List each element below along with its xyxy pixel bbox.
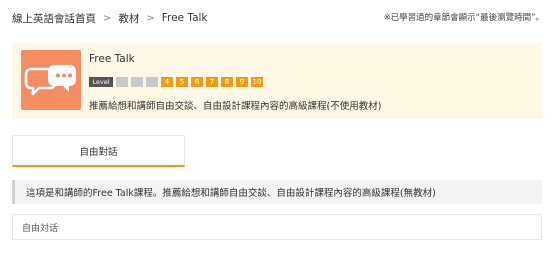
breadcrumb-separator-icon: > <box>103 12 112 24</box>
level-box-2 <box>131 76 143 87</box>
session-list-item[interactable]: 自由対话 <box>12 214 542 240</box>
tab-free-conversation[interactable]: 自由對話 <box>12 135 185 167</box>
breadcrumb-home-link[interactable]: 線上英語會話首頁 <box>12 11 96 26</box>
level-box-1 <box>116 76 128 87</box>
level-label: Level <box>89 76 113 87</box>
breadcrumb-separator-icon: > <box>146 12 155 24</box>
course-title: Free Talk <box>89 53 135 65</box>
course-icon <box>21 50 81 110</box>
level-indicator: Level 4 5 6 7 8 9 10 <box>89 76 266 87</box>
breadcrumb-current: Free Talk <box>161 12 208 24</box>
level-box-3 <box>146 76 158 87</box>
breadcrumb: 線上英語會話首頁 > 教材 > Free Talk <box>12 10 208 26</box>
breadcrumb-materials-link[interactable]: 教材 <box>118 11 139 26</box>
course-intro: 這項是和講師的Free Talk課程。推薦給想和講師自由交談、自由設計課程內容的… <box>12 180 542 204</box>
course-description: 推薦給想和講師自由交談、自由設計課程內容的高級課程(不使用教材) <box>89 101 382 112</box>
level-box-7: 7 <box>206 76 218 87</box>
chat-bubble-icon <box>24 65 76 96</box>
level-box-6: 6 <box>191 76 203 87</box>
level-box-8: 8 <box>221 76 233 87</box>
level-box-4: 4 <box>161 76 173 87</box>
last-viewed-notice: ※已學習過的章節會顯示“最後瀏覽時間”。 <box>383 13 544 23</box>
level-box-9: 9 <box>236 76 248 87</box>
course-card: Free Talk Level 4 5 6 7 8 9 10 推薦給想和講師自由… <box>12 43 542 119</box>
level-box-10: 10 <box>251 76 263 87</box>
level-box-5: 5 <box>176 76 188 87</box>
